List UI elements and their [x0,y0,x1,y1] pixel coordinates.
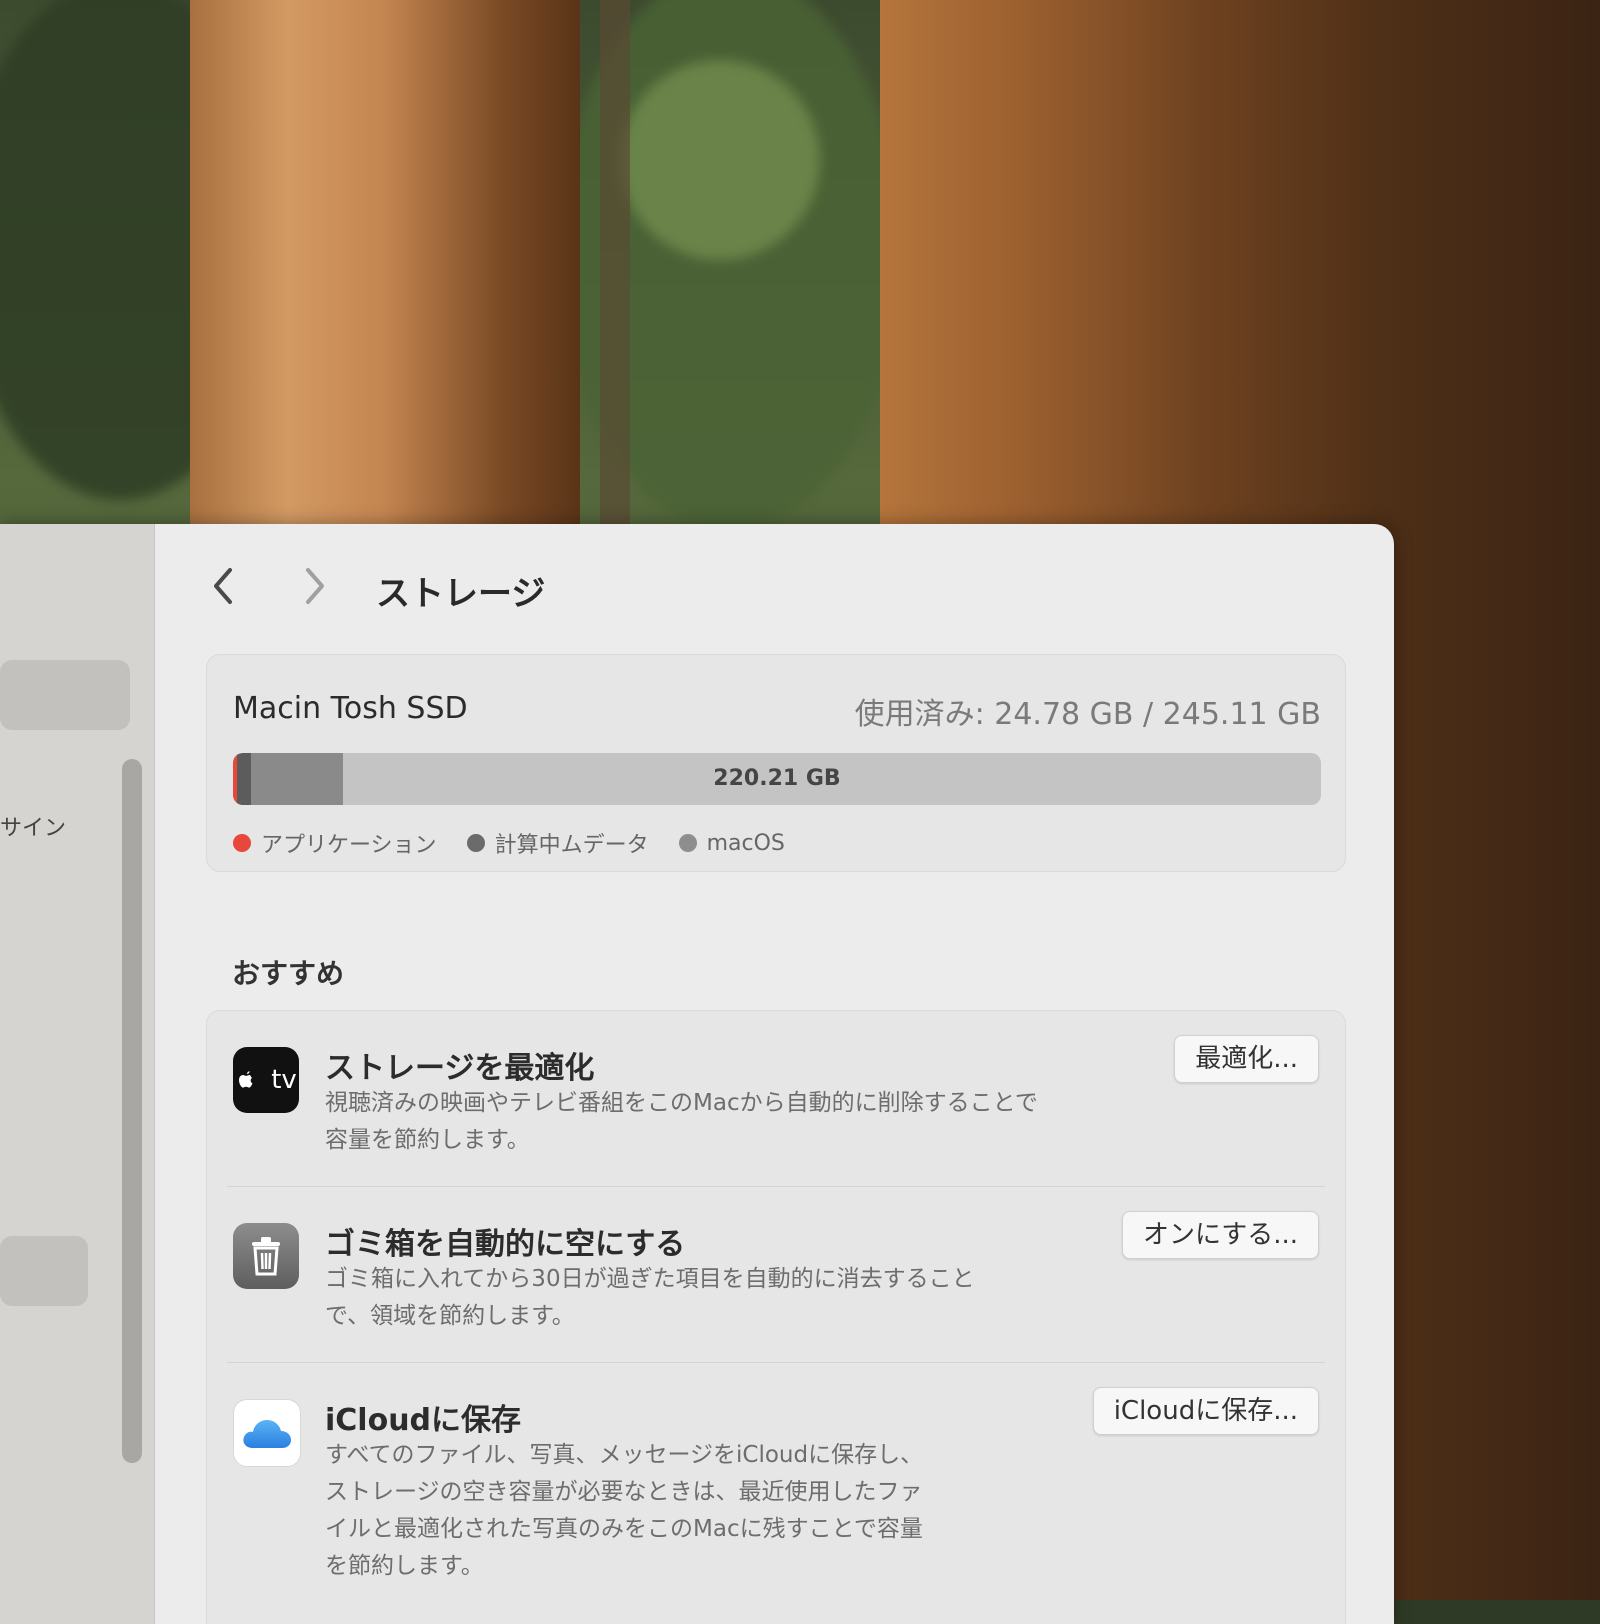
sidebar-search-field[interactable] [0,660,130,730]
trash-glyph [252,1237,280,1276]
recommendation-icloud: iCloudに保存 すべてのファイル、写真、メッセージをiCloudに保存し、 … [207,1363,1345,1624]
chevron-left-icon [214,568,232,604]
description-line: 視聴済みの映画やテレビ番組をこのMacから自動的に削除することで [325,1090,1038,1116]
chevron-right-icon [306,568,324,604]
cloud-glyph [243,1420,291,1448]
trash-icon [233,1223,299,1289]
settings-window: サイン ストレージ Macin Tosh SSD 使用済み: 24.78 GB … [0,524,1394,1624]
recommendation-description: ゴミ箱に入れてから30日が過ぎた項目を自動的に消去すること で、領域を節約します… [325,1261,975,1335]
recommendation-empty-trash: ゴミ箱を自動的に空にする ゴミ箱に入れてから30日が過ぎた項目を自動的に消去する… [207,1187,1345,1363]
description-line: ゴミ箱に入れてから30日が過ぎた項目を自動的に消去すること [325,1266,975,1292]
sidebar: サイン [0,524,155,1624]
sidebar-scrollbar[interactable] [122,759,142,1463]
turn-on-button[interactable]: オンにする... [1121,1211,1319,1259]
recommendations-card: tv ストレージを最適化 視聴済みの映画やテレビ番組をこのMacから自動的に削除… [206,1010,1346,1624]
storage-usage-bar: 220.21 GB [233,753,1321,805]
disk-usage-text: 使用済み: 24.78 GB / 245.11 GB [854,697,1321,732]
page-title: ストレージ [376,574,546,614]
icloud-icon [233,1399,301,1467]
recommendation-description: すべてのファイル、写真、メッセージをiCloudに保存し、 ストレージの空き容量… [325,1437,923,1585]
description-line: ストレージの空き容量が必要なときは、最近使用したファ [325,1479,923,1505]
legend-item-data: 計算中ムデータ [466,827,649,859]
apple-tv-icon: tv [233,1047,299,1113]
legend-label: アプリケーション [261,833,437,858]
recommendation-optimize: tv ストレージを最適化 視聴済みの映画やテレビ番組をこのMacから自動的に削除… [207,1011,1345,1187]
sidebar-item-selected[interactable] [0,1236,88,1306]
main-content: ストレージ Macin Tosh SSD 使用済み: 24.78 GB / 24… [154,524,1394,1624]
storage-free-label: 220.21 GB [713,766,841,791]
disk-name: Macin Tosh SSD [233,691,468,726]
sidebar-item-label[interactable]: サイン [0,810,66,842]
apple-tv-icon-text: tv [271,1065,297,1095]
save-to-icloud-button[interactable]: iCloudに保存... [1092,1387,1319,1435]
recommendation-title: ストレージを最適化 [325,1051,595,1086]
optimize-button[interactable]: 最適化... [1174,1035,1319,1083]
recommendation-description: 視聴済みの映画やテレビ番組をこのMacから自動的に削除することで 容量を節約しま… [325,1085,1038,1159]
description-line: イルと最適化された写真のみをこのMacに残すことで容量 [325,1516,923,1542]
legend-dot [678,834,697,852]
recommendations-heading: おすすめ [232,957,345,990]
storage-summary-card: Macin Tosh SSD 使用済み: 24.78 GB / 245.11 G… [206,654,1346,872]
legend-label: 計算中ムデータ [494,833,649,858]
description-line: 容量を節約します。 [325,1127,530,1153]
description-line: を節約します。 [325,1553,484,1579]
storage-legend: アプリケーション 計算中ムデータ macOS [233,827,785,859]
legend-dot [466,834,485,852]
recommendation-title: iCloudに保存 [325,1403,522,1438]
forward-button[interactable] [294,564,334,608]
legend-item-macos: macOS [678,827,785,859]
back-button[interactable] [204,564,244,608]
legend-label: macOS [706,830,785,856]
description-line: で、領域を節約します。 [325,1303,575,1329]
description-line: すべてのファイル、写真、メッセージをiCloudに保存し、 [325,1442,924,1468]
recommendation-title: ゴミ箱を自動的に空にする [325,1227,686,1262]
legend-dot [233,834,251,852]
legend-item-apps: アプリケーション [233,827,437,859]
